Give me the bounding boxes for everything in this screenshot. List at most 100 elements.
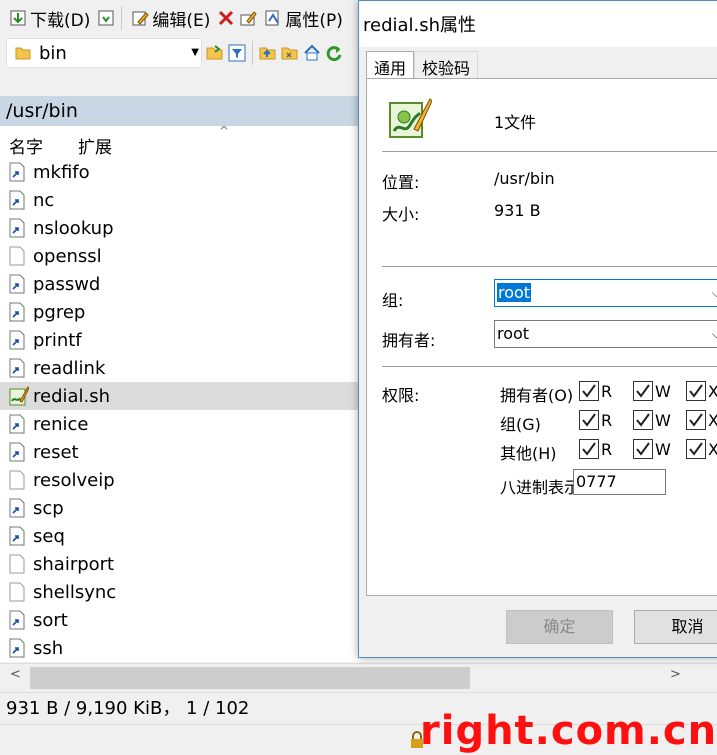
file-name: openssl [33,245,102,267]
dialog-title: redial.sh属性 [359,1,717,47]
symlink-icon [9,330,27,350]
permission-letter: W [655,440,671,459]
properties-dialog: redial.sh属性 通用 校验码 1文件 位置: /usr/bin 大小: … [358,0,717,658]
permission-row-label: 拥有者(O) [500,386,574,405]
file-name: seq [33,525,65,547]
scroll-right-icon[interactable]: > [670,667,681,682]
divider [382,151,717,152]
column-extension[interactable]: 扩展 [78,133,112,158]
owner-select[interactable]: root ⌵ [494,320,717,348]
permission-checkbox-w[interactable] [633,410,653,430]
refresh-icon[interactable] [325,44,343,62]
octal-label: 八进制表示 [500,478,581,497]
permission-letter: W [655,382,671,401]
permission-letter: W [655,411,671,430]
tab-checksum[interactable]: 校验码 [414,51,479,78]
permission-letter: X [708,411,717,430]
group-label: 组: [382,291,404,310]
properties-button[interactable]: 属性(P) [261,3,346,33]
chevron-down-icon: ⌵ [711,327,717,341]
horizontal-scrollbar[interactable]: < > [0,663,717,691]
symlink-icon [9,526,27,546]
symlink-icon [9,498,27,518]
location-label: 位置: [382,173,420,192]
file-name: scp [33,497,64,519]
size-value: 931 B [494,201,541,220]
parent-folder-icon[interactable] [259,44,277,62]
permission-checkbox-x[interactable] [686,410,706,430]
chevron-down-icon: ⌵ [711,286,717,300]
symlink-icon [9,190,27,210]
file-name: shairport [33,553,115,575]
group-value: root [497,283,532,302]
file-name: mkfifo [33,161,90,183]
permission-letter: X [708,440,717,459]
file-name: shellsync [33,581,117,603]
root-folder-icon[interactable] [281,44,299,62]
octal-input[interactable]: 0777 [573,469,666,495]
directory-selector[interactable]: bin ▼ [6,38,202,68]
symlink-icon [9,274,27,294]
symlink-icon [9,414,27,434]
location-value: /usr/bin [494,169,555,188]
permissions-label: 权限: [382,386,420,405]
cancel-button[interactable]: 取消 [634,610,717,644]
permission-checkbox-w[interactable] [633,439,653,459]
file-name: renice [33,413,89,435]
file-name: readlink [33,357,106,379]
size-label: 大小: [382,205,420,224]
permission-checkbox-r[interactable] [579,410,599,430]
symlink-icon [9,638,27,658]
symlink-icon [9,162,27,182]
divider [382,366,717,367]
symlink-icon [9,218,27,238]
dialog-tabs: 通用 校验码 [366,51,479,79]
permission-row-label: 组(G) [500,415,541,434]
chevron-down-icon: ▼ [191,47,199,58]
scroll-left-icon[interactable]: < [10,667,21,682]
properties-icon [264,9,282,27]
file-name: nslookup [33,217,114,239]
file-name: sort [33,609,68,631]
delete-icon[interactable] [217,9,235,27]
permission-letter: R [601,411,613,430]
permission-checkbox-r[interactable] [579,439,599,459]
symlink-icon [9,442,27,462]
file-name: printf [33,329,82,351]
scrollbar-thumb[interactable] [30,667,470,689]
permission-checkbox-x[interactable] [686,439,706,459]
download-options-icon[interactable] [97,9,115,27]
download-button[interactable]: 下载(D) [6,3,93,33]
file-icon [9,246,27,266]
permission-row-label: 其他(H) [500,444,557,463]
file-name: reset [33,441,79,463]
ok-button[interactable]: 确定 [506,610,613,644]
file-icon [9,470,27,490]
tab-general[interactable]: 通用 [366,51,415,79]
column-name[interactable]: 名字 [9,133,43,158]
symlink-icon [9,302,27,322]
filter-icon[interactable] [228,44,246,62]
edit-icon [131,9,150,27]
home-icon[interactable] [303,44,321,62]
file-name: ssh [33,637,64,659]
group-select[interactable]: root ⌵ [494,279,717,307]
permission-checkbox-x[interactable] [686,381,706,401]
permission-checkbox-w[interactable] [633,381,653,401]
file-icon [9,554,27,574]
edit-label: 编辑(E) [152,10,211,31]
file-name: nc [33,189,55,211]
permission-checkbox-r[interactable] [579,381,599,401]
open-folder-icon[interactable] [206,44,224,62]
script-icon [9,386,29,406]
toolbar-divider [121,6,123,30]
script-file-icon [388,95,432,139]
owner-label: 拥有者: [382,331,436,350]
edit-button[interactable]: 编辑(E) [128,3,213,33]
sort-up-icon: ^ [219,124,230,138]
file-name: pgrep [33,301,86,323]
rename-icon[interactable] [239,9,258,27]
general-panel: 1文件 位置: /usr/bin 大小: 931 B 组: root ⌵ 拥有者… [366,78,717,596]
divider [382,266,717,267]
symlink-icon [9,610,27,630]
